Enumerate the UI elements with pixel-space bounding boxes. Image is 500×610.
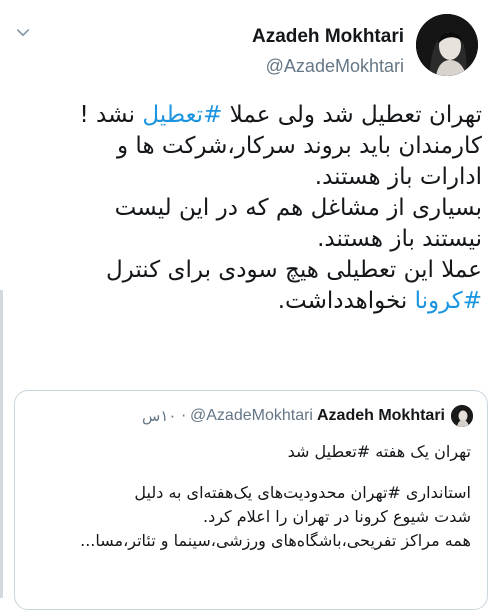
tweet-line-3: ادارات باز هستند.	[314, 164, 482, 190]
quoted-timestamp: · ۱۰س	[142, 407, 187, 425]
quoted-body-line-3: همه مراکز تفریحی،باشگاه‌های ورزشی،سینما …	[80, 531, 471, 550]
quoted-handle: @AzadeMokhtari	[190, 407, 313, 424]
tweet-text: تهران تعطیل شد ولی عملا #تعطیل نشد ! کار…	[10, 100, 482, 317]
quoted-tweet[interactable]: Azadeh Mokhtari @AzadeMokhtari · ۱۰س تهر…	[14, 390, 488, 610]
quoted-avatar	[451, 405, 473, 427]
chevron-down-icon[interactable]	[14, 24, 32, 42]
hashtag-link[interactable]: #کرونا	[415, 288, 482, 314]
quoted-title: تهران یک هفته #تعطیل شد	[287, 442, 471, 461]
tweet-line-5: نیستند باز هستند.	[317, 226, 482, 252]
author-display-name[interactable]: Azadeh Mokhtari	[252, 26, 404, 48]
tweet-line-6: عملا این تعطیلی هیچ سودی برای کنترل	[105, 257, 482, 283]
tweet-line-7: #کرونا نخواهدداشت.	[277, 288, 482, 314]
quoted-tweet-header: Azadeh Mokhtari @AzadeMokhtari · ۱۰س	[15, 391, 487, 427]
tweet-line-2: کارمندان باید بروند سرکار،شرکت ها و	[117, 133, 482, 159]
hashtag-link[interactable]: #تعطیل	[142, 102, 222, 128]
avatar[interactable]	[416, 14, 478, 76]
quoted-body-line-2: شدت شیوع کرونا در تهران را اعلام کرد.	[203, 507, 471, 526]
author-names: Azadeh Mokhtari @AzadeMokhtari	[252, 14, 404, 76]
tweet-line-1: تهران تعطیل شد ولی عملا #تعطیل نشد !	[79, 102, 482, 128]
tweet-line-4: بسیاری از مشاغل هم که در این لیست	[114, 195, 482, 221]
author-handle[interactable]: @AzadeMokhtari	[252, 56, 404, 76]
thread-line	[0, 290, 3, 598]
quoted-display-name: Azadeh Mokhtari	[316, 407, 445, 424]
quoted-body-line-1: استانداری #تهران محدودیت‌های یک‌هفته‌ای …	[134, 483, 471, 502]
tweet-header: Azadeh Mokhtari @AzadeMokhtari	[252, 14, 478, 84]
quoted-body: استانداری #تهران محدودیت‌های یک‌هفته‌ای …	[31, 481, 471, 553]
